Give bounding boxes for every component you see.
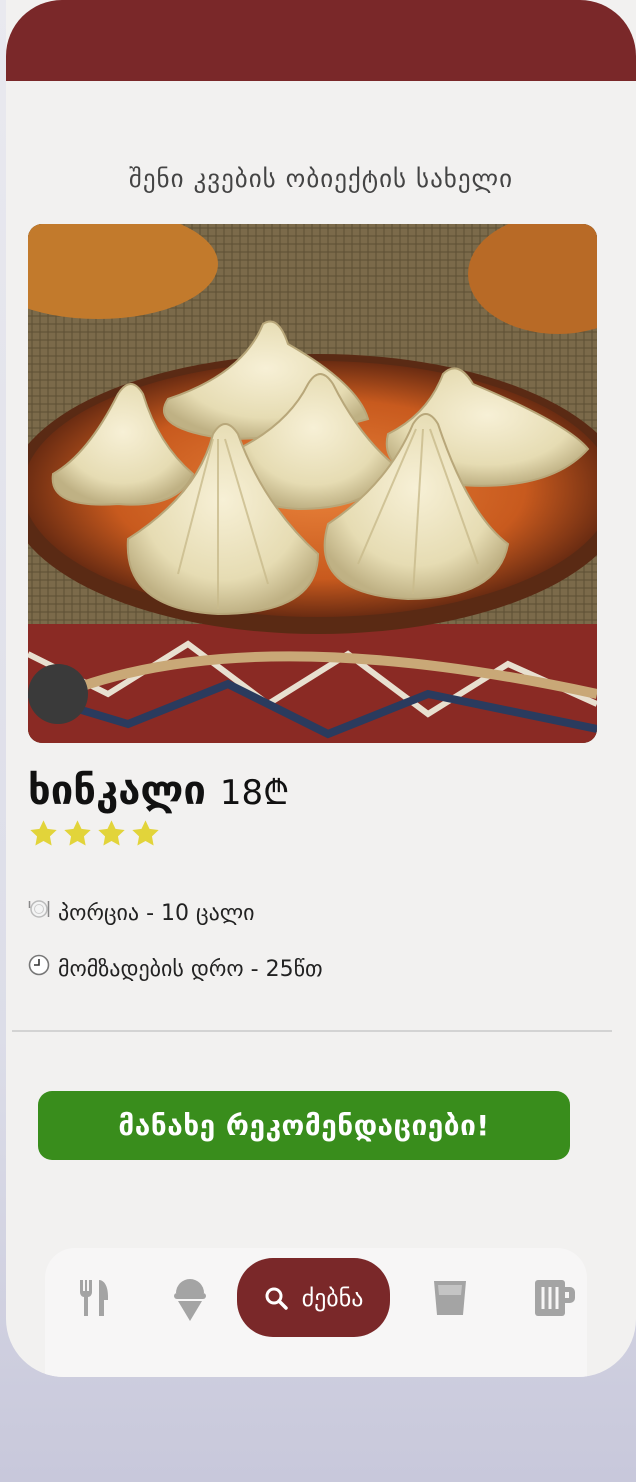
nav-item-search[interactable]: ძებნა bbox=[237, 1258, 390, 1337]
star-icon bbox=[30, 820, 57, 846]
star-icon bbox=[98, 820, 125, 846]
prep-time-info: მომზადების დრო - 25წთ bbox=[28, 954, 323, 982]
plate-icon bbox=[28, 898, 50, 926]
glass-icon bbox=[434, 1281, 466, 1315]
ice-cream-icon bbox=[174, 1279, 206, 1321]
portion-text: პორცია - 10 ცალი bbox=[58, 901, 255, 926]
venue-name: შენი კვების ობიექტის სახელი bbox=[128, 164, 514, 193]
top-bar bbox=[6, 0, 636, 81]
bottom-nav: ძებნა bbox=[45, 1248, 587, 1377]
prep-time-text: მომზადების დრო - 25წთ bbox=[58, 957, 323, 982]
star-icon bbox=[132, 820, 159, 846]
dish-name: ხინკალი bbox=[28, 768, 206, 814]
nav-item-drinks[interactable] bbox=[420, 1248, 480, 1348]
show-recommendations-button[interactable]: მანახე რეკომენდაციები! bbox=[38, 1091, 570, 1160]
khinkali-image bbox=[28, 224, 597, 743]
divider bbox=[12, 1030, 612, 1032]
beer-mug-icon bbox=[535, 1280, 575, 1316]
dish-title-row: ხინკალი 18₾ bbox=[28, 768, 289, 814]
nav-item-food[interactable] bbox=[65, 1248, 125, 1348]
nav-item-desserts[interactable] bbox=[160, 1248, 220, 1348]
clock-icon bbox=[28, 954, 50, 982]
search-icon bbox=[265, 1287, 288, 1310]
dish-photo bbox=[28, 224, 597, 743]
dish-price: 18₾ bbox=[219, 773, 290, 813]
nav-search-label: ძებნა bbox=[301, 1283, 364, 1312]
nav-item-beer[interactable] bbox=[525, 1248, 585, 1348]
fork-knife-icon bbox=[80, 1280, 108, 1316]
rating-stars bbox=[28, 818, 161, 849]
portion-info: პორცია - 10 ცალი bbox=[28, 898, 255, 926]
app-screen: შენი კვების ობიექტის სახელი ხინკალი 18₾ … bbox=[6, 0, 636, 1377]
star-icon bbox=[64, 820, 91, 846]
